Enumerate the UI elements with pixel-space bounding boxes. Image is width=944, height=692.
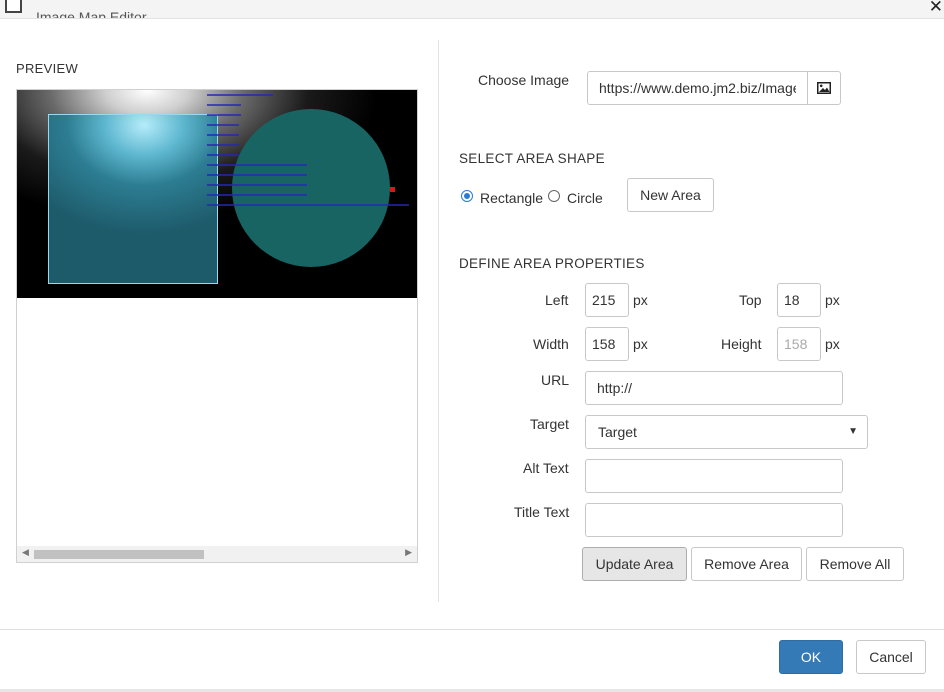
ok-button[interactable]: OK (779, 640, 843, 674)
area-outline-trace (207, 124, 239, 126)
area-outline-trace (207, 164, 307, 166)
preview-horizontal-scrollbar[interactable]: ◀ ▶ (17, 546, 417, 562)
url-input[interactable] (585, 371, 843, 405)
height-label: Height (721, 336, 762, 352)
image-url-input[interactable] (587, 71, 808, 105)
area-outline-trace (207, 184, 307, 186)
top-input[interactable] (777, 283, 821, 317)
target-select-value: Target (598, 424, 637, 440)
shape-section-heading: SELECT AREA SHAPE (459, 151, 605, 166)
scroll-left-icon[interactable]: ◀ (22, 547, 29, 558)
area-outline-trace (207, 144, 239, 146)
image-icon (817, 82, 831, 94)
preview-image[interactable] (17, 90, 417, 298)
area-outline-trace (207, 104, 241, 106)
target-select[interactable]: Target ▼ (585, 415, 868, 449)
left-label: Left (545, 292, 569, 308)
width-input[interactable] (585, 327, 629, 361)
title-text-label: Title Text (514, 504, 570, 520)
top-label: Top (739, 292, 762, 308)
preview-heading: PREVIEW (16, 61, 79, 76)
close-icon[interactable]: ✕ (929, 0, 943, 17)
url-label: URL (541, 372, 570, 388)
update-area-button[interactable]: Update Area (582, 547, 687, 581)
alt-text-label: Alt Text (523, 460, 569, 476)
left-unit: px (633, 292, 648, 308)
circle-radio[interactable] (548, 190, 560, 202)
target-label: Target (530, 416, 569, 432)
area-outline-trace (207, 174, 307, 176)
new-area-button[interactable]: New Area (627, 178, 714, 212)
area-outline-trace (207, 114, 241, 116)
rectangle-radio[interactable] (461, 190, 473, 202)
remove-area-button[interactable]: Remove Area (691, 547, 802, 581)
choose-image-label: Choose Image (478, 72, 570, 88)
area-outline-trace (207, 204, 409, 206)
rectangle-radio-label[interactable]: Rectangle (480, 190, 543, 206)
remove-all-button[interactable]: Remove All (806, 547, 904, 581)
area-outline-trace (207, 134, 239, 136)
scrollbar-thumb[interactable] (34, 550, 204, 559)
dialog-titlebar: Image Map Editor ✕ (0, 0, 944, 19)
properties-section-heading: DEFINE AREA PROPERTIES (459, 256, 645, 271)
image-circle-area[interactable] (232, 109, 390, 267)
area-resize-handle[interactable] (390, 187, 395, 192)
width-label: Width (533, 336, 569, 352)
area-outline-trace (207, 194, 307, 196)
window-icon (5, 0, 22, 13)
left-input[interactable] (585, 283, 629, 317)
dialog-title: Image Map Editor (36, 9, 147, 19)
scroll-right-icon[interactable]: ▶ (405, 547, 412, 558)
browse-image-button[interactable] (807, 71, 841, 105)
title-text-input[interactable] (585, 503, 843, 537)
image-square-area[interactable] (48, 114, 218, 284)
panel-divider (438, 40, 439, 602)
top-unit: px (825, 292, 840, 308)
height-input (777, 327, 821, 361)
height-unit: px (825, 336, 840, 352)
preview-panel: ◀ ▶ (16, 89, 418, 563)
width-unit: px (633, 336, 648, 352)
alt-text-input[interactable] (585, 459, 843, 493)
cancel-button[interactable]: Cancel (856, 640, 926, 674)
area-outline-trace (207, 154, 239, 156)
area-outline-trace (207, 94, 273, 96)
circle-radio-label[interactable]: Circle (567, 190, 603, 206)
chevron-down-icon: ▼ (848, 426, 858, 437)
footer-divider (0, 629, 944, 630)
